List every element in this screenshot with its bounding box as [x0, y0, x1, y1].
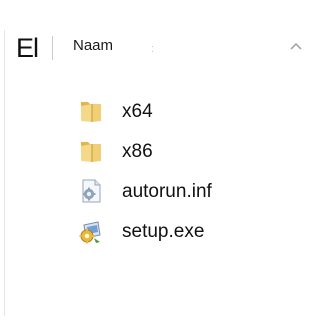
name-column-header[interactable]: Naam : [56, 30, 302, 62]
file-name: x86 [122, 141, 153, 162]
file-name: setup.exe [122, 221, 205, 242]
setup-exe-icon [79, 221, 101, 244]
folder-icon [81, 142, 101, 162]
file-name: x64 [122, 101, 153, 122]
file-name: autorun.inf [122, 181, 212, 202]
file-row-setup-exe[interactable]: setup.exe [56, 212, 296, 252]
column-resize-grip[interactable]: : [151, 42, 154, 56]
name-column-label: Naam [73, 37, 114, 54]
sort-ascending-icon [290, 43, 302, 50]
file-row-x86[interactable]: x86 [56, 132, 296, 172]
file-row-x64[interactable]: x64 [56, 92, 296, 132]
pane-left-border [4, 30, 5, 316]
file-list-pane: El Naam : x64 x86 autorun.inf setup.exe [0, 0, 308, 322]
column-divider[interactable] [52, 36, 53, 60]
file-list: x64 x86 autorun.inf setup.exe [56, 92, 296, 252]
settings-file-icon [82, 179, 101, 203]
folder-icon [81, 102, 101, 122]
file-row-autorun-inf[interactable]: autorun.inf [56, 172, 296, 212]
truncated-column-label: El [16, 33, 39, 63]
